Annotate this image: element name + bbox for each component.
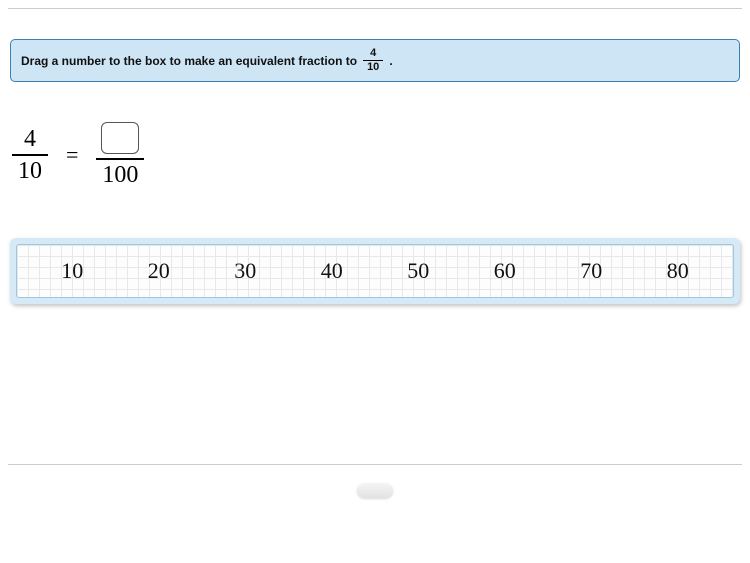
exercise-container: Drag a number to the box to make an equi… (0, 8, 750, 498)
divider-bottom (8, 464, 742, 465)
divider-top (8, 8, 742, 9)
instruction-text-after: . (389, 54, 392, 68)
instruction-banner: Drag a number to the box to make an equi… (10, 39, 740, 82)
tile-60[interactable]: 60 (488, 258, 522, 284)
equals-sign: = (66, 142, 78, 168)
right-denominator: 100 (96, 160, 144, 188)
instruction-text-before: Drag a number to the box to make an equi… (21, 54, 357, 68)
number-tiles-grid: 10 20 30 40 50 60 70 80 (16, 244, 734, 298)
left-numerator: 4 (18, 126, 42, 154)
tile-40[interactable]: 40 (315, 258, 349, 284)
tile-10[interactable]: 10 (55, 258, 89, 284)
right-fraction: 100 (96, 122, 144, 188)
tile-80[interactable]: 80 (661, 258, 695, 284)
left-denominator: 10 (12, 156, 48, 184)
instruction-frac-numerator: 4 (366, 48, 380, 60)
instruction-fraction: 4 10 (363, 48, 383, 73)
left-fraction: 4 10 (12, 126, 48, 184)
instruction-frac-denominator: 10 (363, 61, 383, 73)
numerator-drop-target[interactable] (101, 122, 139, 154)
tile-30[interactable]: 30 (228, 258, 262, 284)
tile-20[interactable]: 20 (142, 258, 176, 284)
equation-area: 4 10 = 100 (12, 122, 750, 188)
tile-50[interactable]: 50 (401, 258, 435, 284)
number-tiles-panel: 10 20 30 40 50 60 70 80 (10, 238, 740, 304)
footer-button[interactable] (357, 483, 393, 498)
tile-70[interactable]: 70 (574, 258, 608, 284)
